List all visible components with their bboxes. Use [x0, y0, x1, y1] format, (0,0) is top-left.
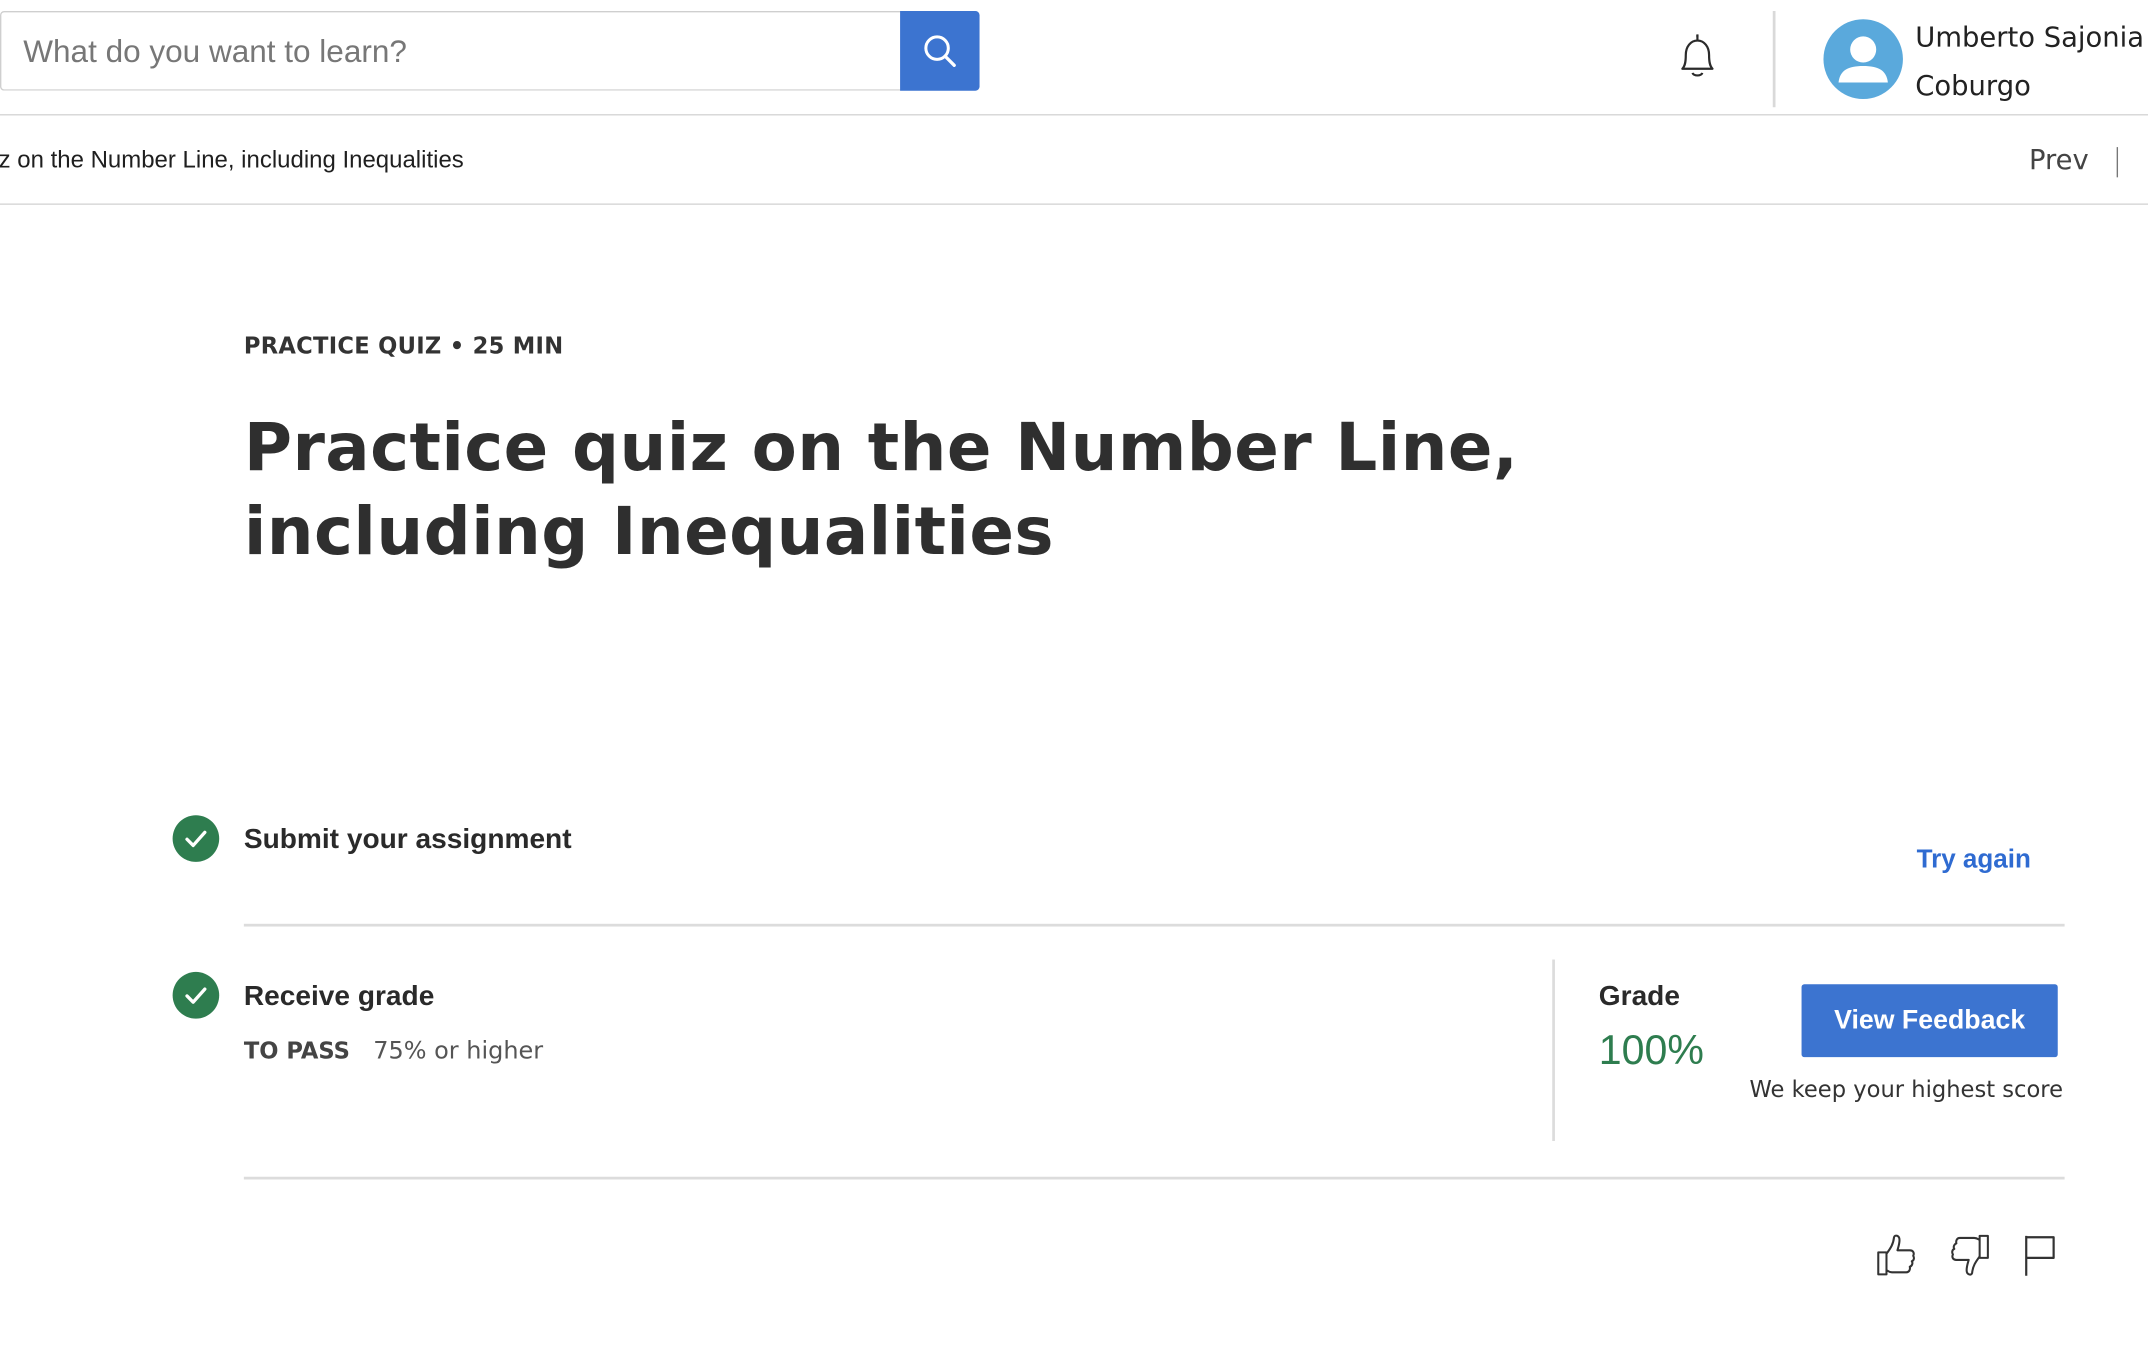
thumbs-down-icon [1951, 1234, 1989, 1276]
dislike-button[interactable] [1943, 1228, 1998, 1283]
user-name-first-line: Umberto Sajonia [1915, 20, 2145, 54]
top-header: Umberto Sajonia Coburgo [0, 0, 2148, 116]
user-name-second-line: Coburgo [1915, 68, 2031, 102]
try-again-link[interactable]: Try again [1917, 845, 2031, 875]
section-divider [243, 1176, 2065, 1179]
user-name[interactable]: Umberto Sajonia Coburgo [1915, 14, 2148, 110]
header-divider [1772, 10, 1776, 108]
search-button[interactable] [900, 10, 980, 91]
flag-icon [2025, 1235, 2055, 1276]
grade-divider [1552, 959, 1555, 1142]
prev-link[interactable]: Prev [2029, 143, 2089, 176]
quiz-eyebrow: PRACTICE QUIZ • 25 MIN [243, 332, 564, 359]
check-icon [185, 987, 207, 1004]
search-icon [924, 35, 956, 67]
grade-value: 100% [1598, 1028, 1704, 1074]
grade-complete-check [172, 971, 220, 1019]
breadcrumb-title: z on the Number Line, including Inequali… [0, 145, 464, 174]
step-divider [243, 923, 2065, 926]
submit-complete-check [172, 815, 220, 862]
pass-value: 75% or higher [373, 1037, 544, 1066]
page-title: Practice quiz on the Number Line, includ… [243, 409, 1519, 571]
pass-requirement: TO PASS 75% or higher [243, 1037, 544, 1066]
submit-step-label: Submit your assignment [243, 823, 572, 856]
search-box [0, 10, 902, 91]
report-button[interactable] [2011, 1228, 2066, 1283]
notifications-button[interactable] [1670, 29, 1725, 84]
like-button[interactable] [1869, 1228, 1924, 1283]
grade-label: Grade [1598, 980, 1680, 1012]
page: Umberto Sajonia Coburgo z on the Number … [0, 0, 2148, 1350]
pass-key: TO PASS [243, 1037, 350, 1065]
grade-step-label: Receive grade [243, 980, 435, 1012]
thumbs-up-icon [1877, 1234, 1915, 1276]
highest-score-note: We keep your highest score [1749, 1076, 2064, 1103]
breadcrumb: z on the Number Line, including Inequali… [0, 117, 2148, 205]
user-avatar[interactable] [1823, 19, 1903, 99]
view-feedback-button[interactable]: View Feedback [1801, 984, 2058, 1058]
user-avatar-icon [1838, 36, 1888, 83]
check-icon [185, 830, 207, 848]
bell-icon [1681, 34, 1714, 77]
search-input[interactable] [1, 12, 902, 90]
breadcrumb-separator [2116, 147, 2119, 178]
